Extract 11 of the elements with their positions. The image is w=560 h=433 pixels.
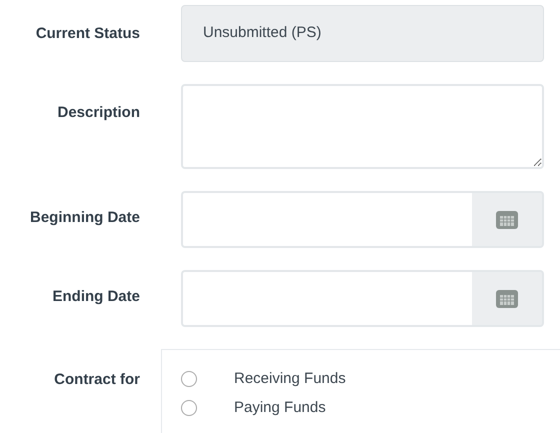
field-label: Current Status [34, 24, 140, 44]
field-label: Description [56, 103, 140, 123]
description-field[interactable] [181, 84, 544, 169]
radio-label: Receiving Funds [234, 369, 346, 389]
status-field: Unsubmitted (PS) [181, 5, 544, 62]
radio-button[interactable] [181, 400, 197, 416]
field-label: Contract for [53, 370, 140, 390]
field-label: Beginning Date [28, 208, 140, 228]
radio-button[interactable] [181, 371, 197, 388]
field-label: Ending Date [51, 287, 140, 307]
radio-label: Paying Funds [234, 398, 326, 418]
